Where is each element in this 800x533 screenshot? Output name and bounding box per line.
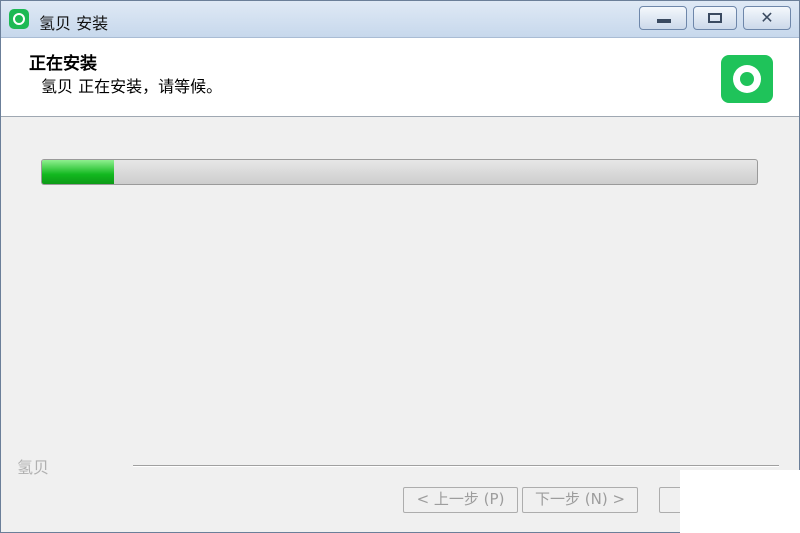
page-subtitle: 氢贝 正在安装，请等候。	[41, 77, 223, 96]
page-title: 正在安装	[29, 54, 97, 74]
app-logo-icon	[721, 55, 773, 103]
close-button[interactable]: ✕	[743, 6, 791, 30]
installer-window: 氢贝 安装 ✕ 正在安装 氢贝 正在安装，请等候。 氢贝 < 上一步 (P) 下…	[0, 0, 800, 533]
progress-fill	[42, 160, 114, 184]
maximize-button[interactable]	[693, 6, 737, 30]
footer-separator	[133, 465, 779, 467]
install-progress-bar	[41, 159, 758, 185]
title-bar[interactable]: 氢贝 安装 ✕	[1, 1, 799, 38]
close-icon: ✕	[760, 8, 774, 27]
header-panel: 正在安装 氢贝 正在安装，请等候。	[1, 38, 799, 117]
app-icon	[9, 9, 29, 29]
watermark-overlay	[680, 470, 800, 533]
back-button[interactable]: < 上一步 (P)	[403, 487, 518, 513]
brand-label: 氢贝	[17, 458, 50, 477]
minimize-icon	[657, 19, 671, 23]
maximize-icon	[708, 13, 722, 23]
next-button[interactable]: 下一步 (N) >	[522, 487, 638, 513]
logo-ring	[733, 65, 761, 93]
window-title: 氢贝 安装	[39, 14, 109, 33]
minimize-button[interactable]	[639, 6, 687, 30]
